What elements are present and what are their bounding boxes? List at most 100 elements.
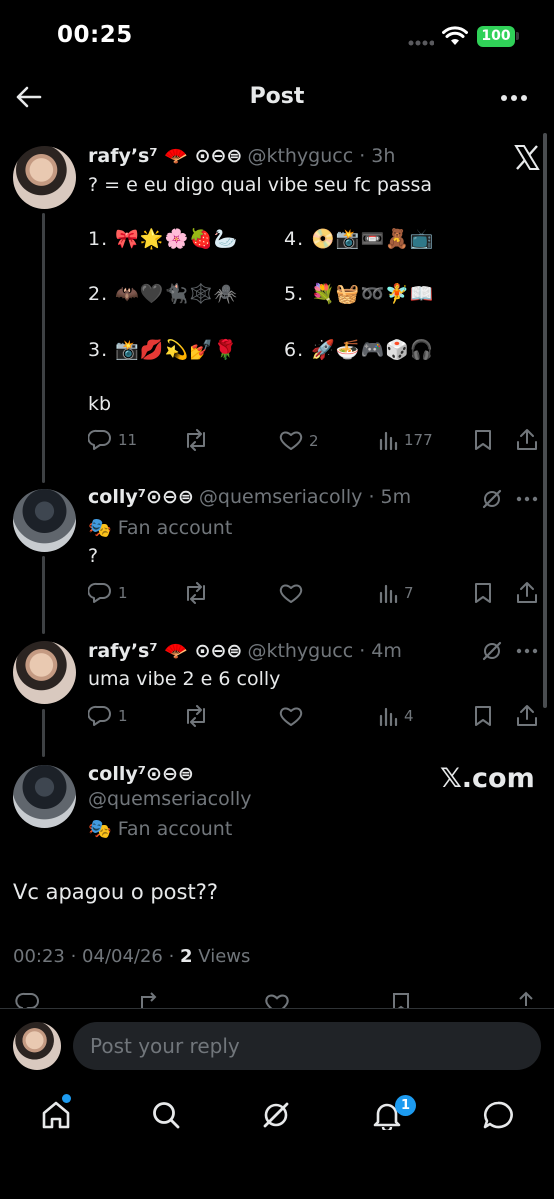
- views-count: 177: [404, 431, 433, 449]
- bookmark-button[interactable]: [473, 429, 493, 451]
- avatar[interactable]: [13, 1022, 61, 1070]
- share-icon: [517, 429, 537, 450]
- wifi-icon: [442, 26, 468, 46]
- display-name[interactable]: rafy’s⁷ 🪭 ⊙⊖⊜: [88, 145, 242, 167]
- grok-icon[interactable]: [481, 488, 503, 510]
- reply-count: 1: [118, 707, 128, 725]
- heart-icon[interactable]: [264, 993, 290, 1008]
- post-views-label: Views: [192, 946, 251, 967]
- fan-account-label: 🎭 Fan account: [88, 517, 233, 539]
- bookmark-icon: [475, 430, 491, 450]
- like-count: 2: [309, 431, 319, 450]
- repost-button[interactable]: [183, 429, 209, 451]
- more-options-icon[interactable]: [516, 496, 538, 502]
- divider: [0, 1008, 554, 1009]
- share-button[interactable]: [516, 581, 538, 604]
- vibe-option-5: 5. 💐🧺➿🧚📖: [284, 283, 435, 305]
- views-count: 7: [404, 584, 414, 602]
- tweet-text: uma vibe 2 e 6 colly: [88, 668, 281, 690]
- bookmark-button[interactable]: [473, 582, 493, 604]
- timestamp: 5m: [380, 486, 412, 508]
- scrollbar[interactable]: [543, 133, 547, 708]
- bookmark-button[interactable]: [473, 705, 493, 727]
- grok-icon[interactable]: [261, 1100, 291, 1130]
- reply-button[interactable]: 1: [88, 705, 128, 727]
- vibe-option-4: 4. 📀📸📼🧸📺: [284, 228, 435, 250]
- thread-line: [42, 709, 45, 757]
- bookmark-icon[interactable]: [391, 992, 411, 1008]
- main-post-text: Vc apagou o post??: [13, 880, 218, 904]
- avatar[interactable]: [13, 641, 76, 704]
- share-icon: [517, 582, 537, 603]
- bookmark-icon: [475, 583, 491, 603]
- more-options-icon[interactable]: [516, 648, 538, 654]
- heart-icon: [279, 707, 303, 726]
- battery-tip: [516, 32, 519, 40]
- thread-line: [42, 213, 45, 483]
- vibe-option-1: 1. 🎀🌟🌸🍓🦢: [88, 228, 239, 250]
- reply-button[interactable]: 1: [88, 582, 128, 604]
- repost-icon[interactable]: [137, 992, 163, 1008]
- share-icon: [517, 705, 537, 726]
- reply-icon[interactable]: [15, 992, 41, 1008]
- thread-line: [42, 556, 45, 634]
- avatar[interactable]: [13, 489, 76, 552]
- avatar[interactable]: [13, 765, 76, 828]
- views-icon: [379, 431, 398, 450]
- like-button[interactable]: 2: [279, 430, 319, 451]
- like-button[interactable]: [279, 583, 303, 604]
- page-title: Post: [249, 84, 305, 109]
- reply-icon: [88, 582, 111, 603]
- vibe-option-6: 6. 🚀🍜🎮🎲🎧: [284, 339, 435, 361]
- source-label[interactable]: 𝕏.com: [440, 763, 535, 794]
- reply-count: 1: [118, 584, 128, 602]
- reply-icon: [88, 429, 111, 450]
- tweet-text: ?: [88, 545, 99, 567]
- user-handle[interactable]: @kthygucc: [247, 640, 353, 662]
- repost-button[interactable]: [183, 705, 209, 727]
- timestamp: 3h: [371, 145, 396, 167]
- separator-dot: ·: [362, 486, 381, 508]
- views-icon: [379, 707, 398, 726]
- reply-count: 11: [118, 431, 138, 449]
- separator-dot: ·: [353, 145, 372, 167]
- battery-indicator: 100: [477, 26, 515, 47]
- notification-badge: 1: [395, 1095, 416, 1116]
- tweet-text: ? = e eu digo qual vibe seu fc passa: [88, 174, 433, 196]
- display-name[interactable]: colly⁷⊙⊖⊜: [88, 763, 194, 785]
- like-button[interactable]: [279, 706, 303, 727]
- repost-icon: [187, 429, 205, 451]
- status-time: 00:25: [57, 22, 133, 48]
- tweet-header: colly⁷⊙⊖⊜ @quemseriacolly · 5m: [88, 486, 411, 508]
- bookmark-icon: [475, 706, 491, 726]
- more-options-icon[interactable]: [500, 94, 528, 102]
- partial-action-row: [0, 990, 554, 1008]
- avatar[interactable]: [13, 146, 76, 209]
- user-handle[interactable]: @kthygucc: [247, 145, 353, 167]
- reply-placeholder: Post your reply: [90, 1034, 240, 1058]
- heart-icon: [279, 431, 303, 450]
- reply-button[interactable]: 11: [88, 429, 137, 451]
- user-handle[interactable]: @quemseriacolly: [199, 486, 363, 508]
- x-logo-icon: [514, 145, 540, 170]
- share-button[interactable]: [516, 428, 538, 451]
- tweet-header: rafy’s⁷ 🪭 ⊙⊖⊜ @kthygucc · 4m: [88, 639, 402, 662]
- search-icon[interactable]: [151, 1100, 181, 1130]
- home-icon[interactable]: [41, 1100, 71, 1130]
- repost-button[interactable]: [183, 582, 209, 604]
- views-button[interactable]: 7: [378, 583, 414, 603]
- repost-icon: [187, 582, 205, 604]
- separator-dot: ·: [353, 640, 372, 662]
- grok-icon[interactable]: [481, 640, 503, 662]
- tweet-text-end: kb: [88, 393, 112, 415]
- share-icon[interactable]: [515, 991, 537, 1008]
- cellular-signal-icon: [408, 40, 434, 46]
- display-name[interactable]: rafy’s⁷ 🪭 ⊙⊖⊜: [88, 640, 242, 662]
- messages-icon[interactable]: [482, 1100, 514, 1130]
- user-handle[interactable]: @quemseriacolly: [88, 788, 252, 810]
- display-name[interactable]: colly⁷⊙⊖⊜: [88, 486, 194, 508]
- views-button[interactable]: 4: [378, 706, 414, 726]
- share-button[interactable]: [516, 704, 538, 727]
- views-button[interactable]: 177: [378, 430, 433, 450]
- repost-icon: [187, 705, 205, 727]
